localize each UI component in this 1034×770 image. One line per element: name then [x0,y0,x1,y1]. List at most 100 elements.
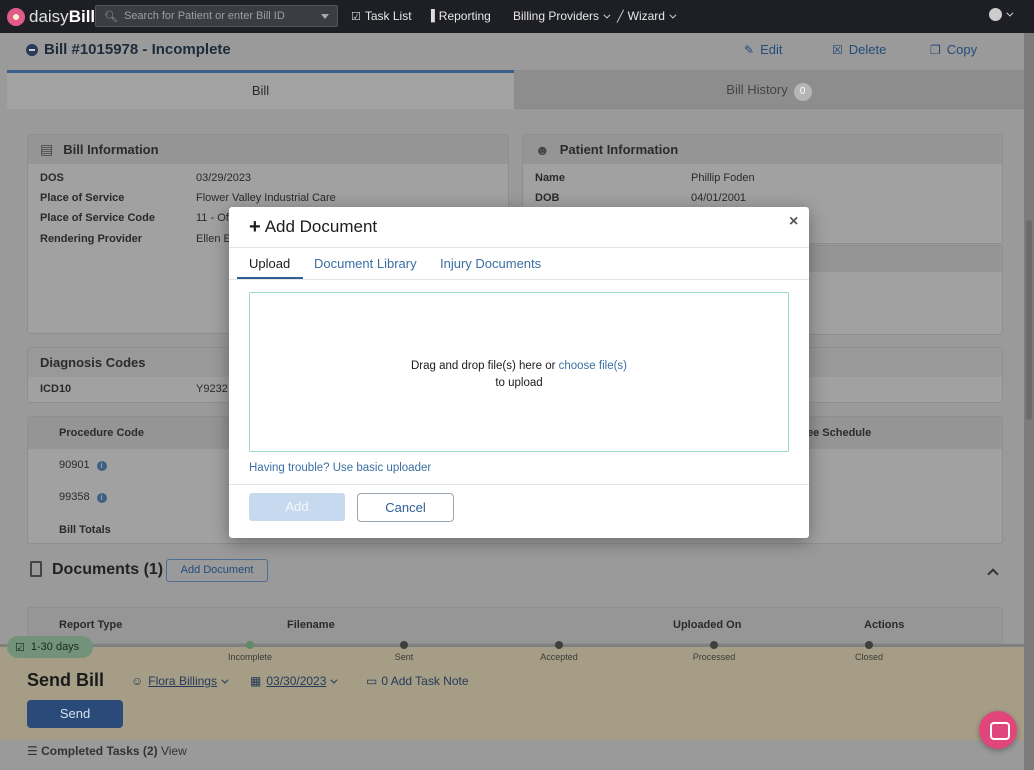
search-dropdown-caret-icon[interactable] [321,14,329,19]
calendar-icon: ▦ [250,674,262,688]
row-label: Rendering Provider [40,233,143,245]
copy-label: Copy [946,42,978,57]
bill-totals-row: Bill Totals [59,524,111,536]
add-document-button[interactable]: Add Document [166,559,268,582]
history-count-badge: 0 [793,83,812,101]
info-icon[interactable]: i [96,461,107,471]
pdf-document-icon [30,561,42,577]
documents-heading: Documents (1) [52,561,164,578]
dropzone-instruction: Drag and drop file(s) here or choose fil… [229,360,809,372]
completed-tasks-label: Completed Tasks (2) [41,744,158,758]
magic-wand-icon: ╱ [617,10,624,23]
choose-files-link[interactable]: choose file(s) [559,360,627,372]
report-type-column: Report Type [59,619,123,631]
plus-icon: + [249,216,261,238]
due-date-picker[interactable]: ▦ 03/30/2023 [250,674,338,688]
documents-table: Report Type Filename Uploaded On Actions [27,607,1003,644]
row-value: Ellen E [196,233,231,245]
edit-button[interactable]: ✎ Edit [744,42,782,57]
page-scrollbar-thumb[interactable] [1026,220,1032,420]
assignee-dropdown[interactable]: ☺ Flora Billings [131,674,229,688]
row-label: DOS [40,172,64,184]
info-icon[interactable]: i [96,493,107,503]
page-title: Bill #1015978 - Incomplete [26,41,231,58]
basic-uploader-link[interactable]: Having trouble? Use basic uploader [249,462,431,474]
top-nav: daisy Bill 🔍︎ Search for Patient or enter… [0,0,1034,33]
nav-billing-providers[interactable]: Billing Providers [513,9,611,23]
procedure-code: 90901 [59,459,90,471]
app-logo[interactable]: daisy Bill [7,7,95,27]
tab-injury-documents[interactable]: Injury Documents [440,256,541,271]
cancel-button[interactable]: Cancel [357,493,454,522]
row-value: Phillip Foden [691,172,755,184]
chevron-down-icon [603,11,611,19]
list-icon: ☰ [27,744,38,758]
bar-chart-icon: ▐ [427,10,435,22]
due-date-value: 03/30/2023 [266,674,327,688]
chevron-down-icon [1006,9,1014,17]
nav-reporting-label: Reporting [438,9,491,23]
tab-bill-history[interactable]: Bill History 0 [514,70,1024,109]
divider [229,279,809,280]
timeline-dot-sent [400,641,408,649]
clipboard-icon: ☑ [351,10,361,23]
nav-wizard-label: Wizard [627,9,665,23]
bill-document-icon: ▤ [40,141,54,157]
diagnosis-codes-heading: Diagnosis Codes [40,355,146,370]
edit-label: Edit [760,42,783,57]
divider [229,247,809,248]
tab-document-library[interactable]: Document Library [314,256,417,271]
close-icon[interactable]: × [789,213,798,231]
bill-title-text: Bill #1015978 - Incomplete [44,41,231,58]
nav-wizard[interactable]: ╱ Wizard [617,9,677,23]
completed-tasks[interactable]: ☰ Completed Tasks (2) View [27,744,187,758]
file-dropzone[interactable] [249,292,789,452]
collapse-chevron-icon[interactable] [987,568,999,580]
nav-billing-providers-label: Billing Providers [513,9,600,23]
actions-column: Actions [864,619,905,631]
nav-task-list[interactable]: ☑ Task List [351,9,412,23]
delete-label: Delete [848,42,887,57]
row-label: Name [535,172,565,184]
bill-information-heading: Bill Information [63,142,159,157]
table-row[interactable]: 99358 i [59,491,107,503]
copy-button[interactable]: ❐ Copy [930,42,977,57]
timeline-dot-incomplete [246,641,254,649]
bill-tabs: Bill Bill History 0 [7,70,1024,109]
row-label: Place of Service [40,192,125,204]
row-value: Y9232 [196,383,228,395]
timeline-label: Incomplete [227,652,273,662]
dropzone-text: Drag and drop file(s) here or [410,360,559,372]
row-value: Flower Valley Industrial Care [196,192,336,204]
patient-information-heading: Patient Information [559,142,679,157]
uploaded-on-column: Uploaded On [673,619,742,631]
timeline-label: Processed [692,652,736,662]
add-button[interactable]: Add [249,493,345,521]
row-label: DOB [535,192,560,204]
view-link[interactable]: View [161,744,187,758]
modal-title-text: Add Document [264,217,378,236]
trash-icon: ☒ [832,42,843,57]
chevron-down-icon [669,11,677,19]
user-icon: ☺ [131,674,144,688]
chat-launcher-button[interactable] [979,711,1017,749]
table-row[interactable]: 90901 i [59,459,107,471]
add-task-note-link[interactable]: ▭ 0 Add Task Note [366,674,469,688]
timeline-dot-processed [710,641,718,649]
age-badge-label: 1-30 days [30,641,80,653]
timeline-label: Closed [854,652,883,662]
nav-reporting[interactable]: ▐ Reporting [427,9,491,23]
bill-totals-label: Bill Totals [59,524,111,536]
send-button[interactable]: Send [27,700,123,728]
procedure-code: 99358 [59,491,90,503]
tab-bill[interactable]: Bill [7,70,514,109]
search-placeholder: Search for Patient or enter Bill ID [123,10,285,22]
pencil-icon: ✎ [744,42,755,57]
user-circle-icon [989,8,1002,21]
patient-search-input[interactable]: 🔍︎ Search for Patient or enter Bill ID [95,5,338,27]
delete-button[interactable]: ☒ Delete [832,42,886,57]
logo-text-suffix: Bill [68,6,96,26]
comment-icon: ▭ [366,674,378,688]
tab-upload[interactable]: Upload [249,256,290,271]
user-menu[interactable] [989,8,1014,21]
